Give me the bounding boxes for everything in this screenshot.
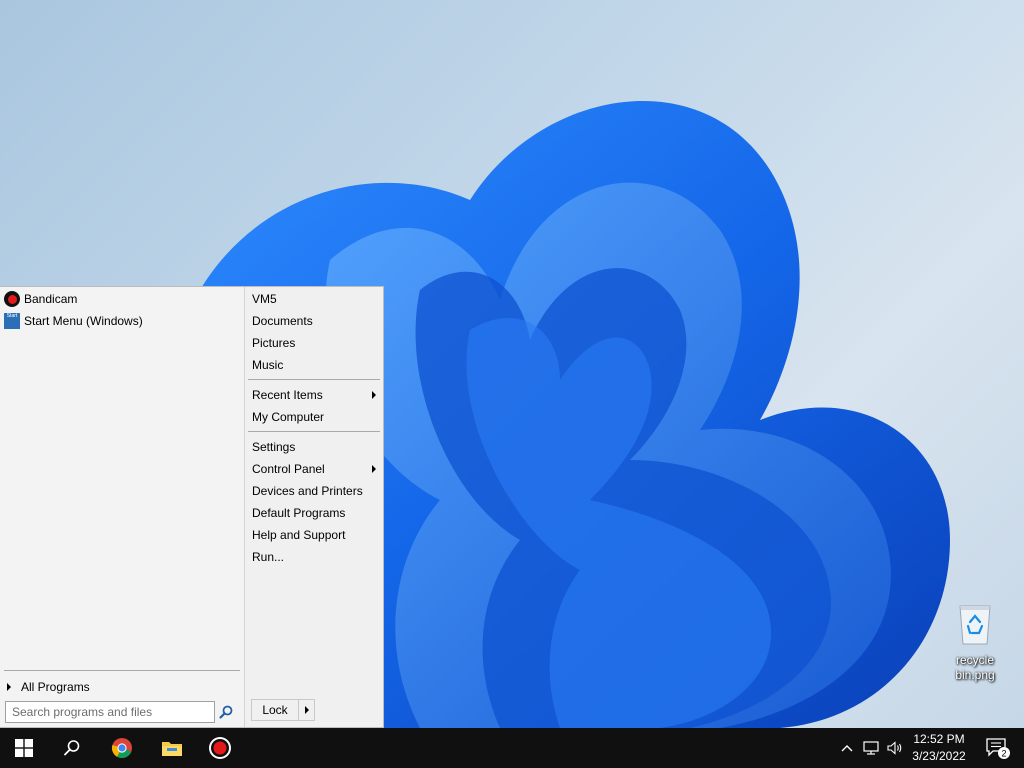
programs-divider (4, 670, 240, 671)
menu-item-default-programs[interactable]: Default Programs (252, 503, 376, 523)
menu-item-run[interactable]: Run... (252, 547, 376, 567)
menu-item-my-computer[interactable]: My Computer (252, 407, 376, 427)
notification-center-button[interactable]: 2 (978, 728, 1018, 768)
menu-divider (248, 431, 380, 432)
menu-item-pictures[interactable]: Pictures (252, 333, 376, 353)
search-icon (64, 740, 80, 756)
menu-item-control-panel[interactable]: Control Panel (252, 459, 376, 479)
menu-item-label: Recent Items (252, 388, 323, 402)
menu-item-label: My Computer (252, 410, 325, 424)
windows-start-icon (15, 739, 33, 757)
search-input[interactable] (5, 701, 215, 723)
program-label: Start Menu (Windows) (24, 314, 143, 328)
desktop-icon-recycle-bin[interactable]: recycle bin.png (940, 600, 1010, 683)
program-label: Bandicam (24, 292, 78, 306)
lock-split-button: Lock (251, 699, 315, 721)
arrow-right-icon (304, 706, 309, 714)
menu-item-label: Run... (252, 550, 285, 564)
start-button[interactable] (0, 728, 48, 768)
menu-item-label: Help and Support (252, 528, 346, 542)
volume-button[interactable] (884, 728, 906, 768)
notification-count-badge: 2 (1001, 748, 1006, 758)
menu-item-label: Settings (252, 440, 296, 454)
desktop-icon-label: recycle bin.png (955, 653, 995, 682)
all-programs-button[interactable]: All Programs (4, 677, 90, 697)
menu-divider (248, 379, 380, 380)
search-icon[interactable] (218, 704, 234, 720)
menu-item-label: Documents (252, 314, 313, 328)
taskbar-file-explorer-button[interactable] (148, 728, 196, 768)
menu-item-music[interactable]: Music (252, 355, 376, 375)
lock-options-button[interactable] (299, 700, 314, 720)
taskbar-bandicam-button[interactable] (196, 728, 244, 768)
taskbar-search-button[interactable] (48, 728, 96, 768)
taskbar-chrome-button[interactable] (98, 728, 146, 768)
menu-item-label: Devices and Printers (252, 484, 363, 498)
menu-item-label: Control Panel (252, 462, 325, 476)
chevron-up-icon (841, 745, 853, 752)
menu-item-recent-items[interactable]: Recent Items (252, 385, 376, 405)
submenu-arrow-icon (372, 391, 376, 399)
network-status-button[interactable] (860, 728, 882, 768)
bandicam-icon (4, 291, 20, 307)
menu-item-label: Default Programs (252, 506, 346, 520)
menu-item-settings[interactable]: Settings (252, 437, 376, 457)
clock-time: 12:52 PM (913, 732, 965, 746)
bandicam-record-icon (209, 737, 231, 759)
arrow-right-icon (7, 683, 11, 691)
start-menu-places-pane: VM5 Documents Pictures Music Recent Item… (244, 287, 383, 727)
network-icon (863, 741, 879, 755)
notification-icon: 2 (986, 738, 1010, 759)
program-item-bandicam[interactable]: Bandicam (4, 289, 77, 309)
all-programs-label: All Programs (21, 680, 90, 694)
start-menu: Bandicam Start Start Menu (Windows) All … (0, 286, 384, 728)
recycle-bin-icon (959, 605, 991, 645)
submenu-arrow-icon (372, 465, 376, 473)
taskbar: 12:52 PM 3/23/2022 2 (0, 728, 1024, 768)
chrome-icon (111, 738, 132, 759)
show-hidden-icons-button[interactable] (836, 728, 858, 768)
file-explorer-icon (162, 742, 182, 756)
start-menu-programs-pane: Bandicam Start Start Menu (Windows) All … (0, 287, 244, 727)
menu-item-vm5[interactable]: VM5 (252, 289, 376, 309)
menu-item-label: VM5 (252, 292, 277, 306)
program-item-start-menu-windows[interactable]: Start Start Menu (Windows) (4, 311, 143, 331)
start-menu-app-icon: Start (4, 313, 20, 329)
clock-date: 3/23/2022 (912, 749, 966, 763)
taskbar-clock[interactable]: 12:52 PM 3/23/2022 (904, 731, 974, 765)
volume-icon (887, 741, 902, 755)
lock-button[interactable]: Lock (252, 700, 299, 720)
menu-item-documents[interactable]: Documents (252, 311, 376, 331)
menu-item-help-and-support[interactable]: Help and Support (252, 525, 376, 545)
menu-item-label: Pictures (252, 336, 296, 350)
menu-item-label: Music (252, 358, 284, 372)
menu-item-devices-and-printers[interactable]: Devices and Printers (252, 481, 376, 501)
